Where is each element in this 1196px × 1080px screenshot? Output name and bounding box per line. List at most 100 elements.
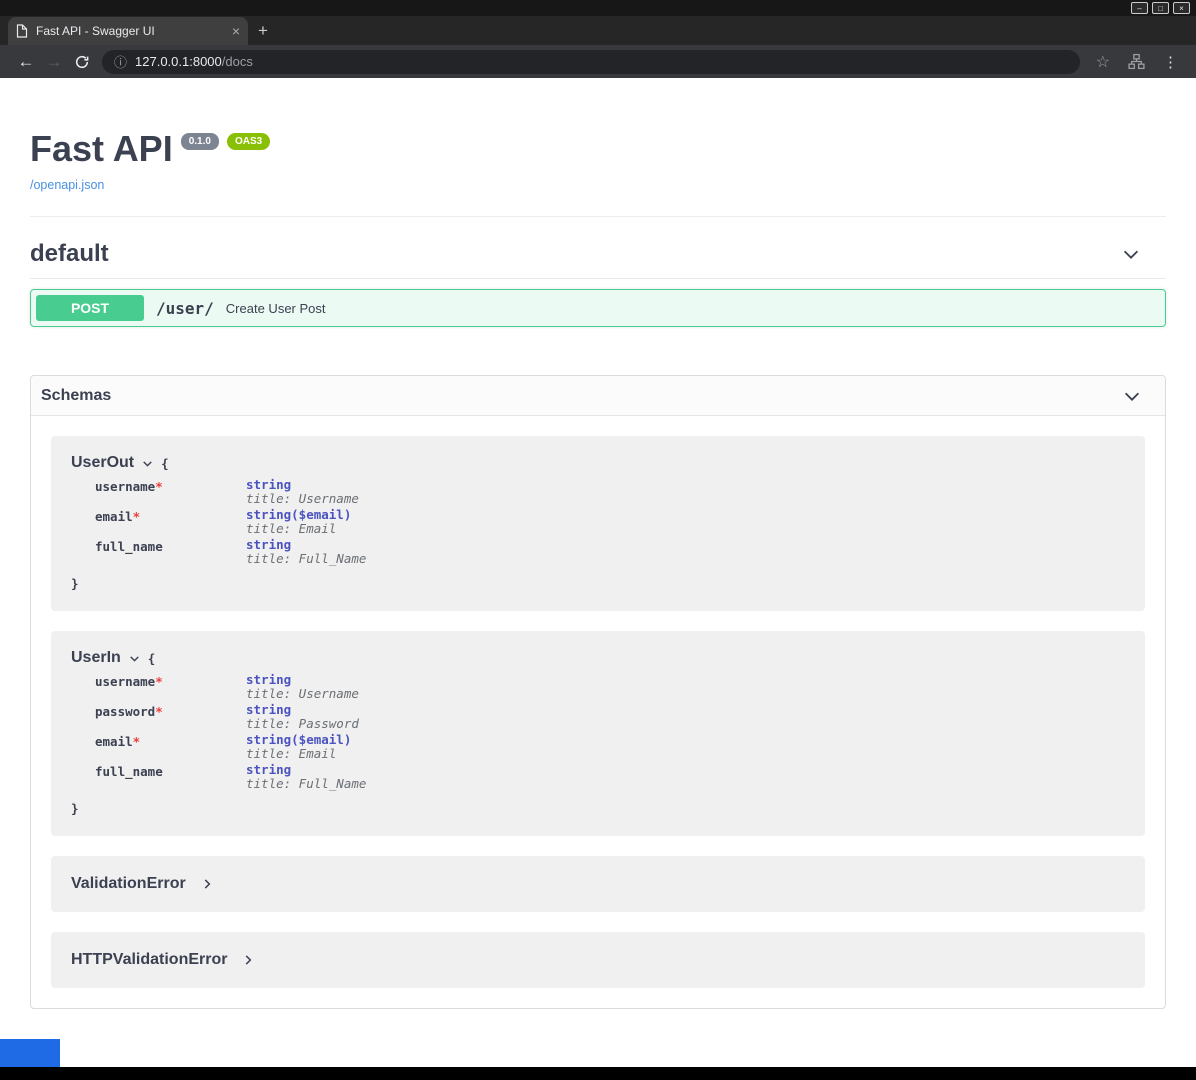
- property-type: string: [246, 763, 366, 777]
- property-type: string($email): [246, 733, 351, 747]
- browser-toolbar: ← → ⓘ 127.0.0.1:8000/docs ☆ ⋮: [0, 45, 1196, 78]
- chevron-down-icon[interactable]: [141, 457, 154, 470]
- property-name-text: full_name: [95, 764, 163, 779]
- required-star: *: [155, 479, 163, 494]
- schema-property: username* string title: Username: [95, 478, 1125, 508]
- property-name-text: password: [95, 704, 155, 719]
- model-name: ValidationError: [71, 875, 186, 893]
- schema-property: username* string title: Username: [95, 673, 1125, 703]
- schema-model-validationerror[interactable]: ValidationError: [51, 856, 1145, 912]
- method-badge: POST: [36, 295, 144, 321]
- required-star: *: [133, 734, 141, 749]
- model-body: username* string title: Username email* …: [71, 478, 1125, 568]
- tab-title: Fast API - Swagger UI: [36, 24, 224, 38]
- window-titlebar: – □ ×: [0, 0, 1196, 16]
- reload-icon[interactable]: [68, 54, 96, 70]
- property-title: title: Full_Name: [246, 552, 366, 566]
- property-detail: string title: Username: [246, 673, 359, 703]
- property-type: string: [246, 673, 359, 687]
- schema-property: email* string($email) title: Email: [95, 508, 1125, 538]
- chevron-down-icon[interactable]: [128, 652, 141, 665]
- brace-open: {: [161, 456, 169, 471]
- tag-label: default: [30, 240, 109, 268]
- schemas-section: Schemas UserOut { username* strin: [30, 375, 1166, 1009]
- minimize-button[interactable]: –: [1131, 2, 1148, 14]
- schema-property: full_name string title: Full_Name: [95, 538, 1125, 568]
- swagger-page: Fast API 0.1.0 OAS3 /openapi.json defaul…: [0, 78, 1196, 1067]
- model-toggle[interactable]: UserIn {: [71, 649, 1125, 667]
- schema-model-httpvalidationerror[interactable]: HTTPValidationError: [51, 932, 1145, 988]
- schemas-label: Schemas: [41, 387, 111, 405]
- property-name-text: username: [95, 479, 155, 494]
- bookmark-star-icon[interactable]: ☆: [1096, 52, 1110, 72]
- schema-model-userout: UserOut { username* string title: Userna…: [51, 436, 1145, 611]
- required-star: *: [133, 509, 141, 524]
- chevron-down-icon[interactable]: [1120, 243, 1142, 265]
- property-name: username*: [95, 673, 246, 703]
- browser-menu-icon[interactable]: ⋮: [1163, 53, 1178, 71]
- property-name: username*: [95, 478, 246, 508]
- brace-close: }: [71, 801, 79, 816]
- tab-groups-icon[interactable]: [1128, 53, 1145, 70]
- model-body: username* string title: Username passwor…: [71, 673, 1125, 793]
- property-name: password*: [95, 703, 246, 733]
- model-toggle[interactable]: UserOut {: [71, 454, 1125, 472]
- property-name-text: email: [95, 734, 133, 749]
- new-tab-button[interactable]: +: [258, 21, 268, 41]
- property-name-text: email: [95, 509, 133, 524]
- property-name-text: username: [95, 674, 155, 689]
- maximize-button[interactable]: □: [1152, 2, 1169, 14]
- tab-close-icon[interactable]: ×: [232, 24, 240, 38]
- property-name: email*: [95, 508, 246, 538]
- property-type: string: [246, 703, 359, 717]
- schemas-header[interactable]: Schemas: [31, 376, 1165, 416]
- property-name: email*: [95, 733, 246, 763]
- browser-tab[interactable]: Fast API - Swagger UI ×: [8, 17, 248, 45]
- url-path: /docs: [222, 54, 253, 69]
- url-text: 127.0.0.1:8000/docs: [135, 54, 253, 69]
- oas-badge: OAS3: [227, 133, 270, 150]
- property-detail: string title: Full_Name: [246, 538, 366, 568]
- chevron-right-icon[interactable]: [200, 877, 214, 891]
- version-badge: 0.1.0: [181, 133, 219, 150]
- property-detail: string($email) title: Email: [246, 733, 351, 763]
- property-detail: string title: Full_Name: [246, 763, 366, 793]
- url-host: 127.0.0.1:8000: [135, 54, 222, 69]
- brace-close: }: [71, 576, 79, 591]
- schema-property: full_name string title: Full_Name: [95, 763, 1125, 793]
- property-detail: string($email) title: Email: [246, 508, 351, 538]
- operation-summary: Create User Post: [226, 301, 326, 316]
- property-title: title: Email: [246, 747, 351, 761]
- property-type: string($email): [246, 508, 351, 522]
- property-detail: string title: Password: [246, 703, 359, 733]
- operation-post-user[interactable]: POST /user/ Create User Post: [30, 289, 1166, 327]
- forward-icon[interactable]: →: [40, 45, 68, 78]
- tag-section-default[interactable]: default: [30, 229, 1166, 279]
- property-title: title: Password: [246, 717, 359, 731]
- chevron-down-icon[interactable]: [1121, 385, 1143, 407]
- openapi-spec-link[interactable]: /openapi.json: [30, 178, 104, 192]
- schema-model-userin: UserIn { username* string title: Usernam…: [51, 631, 1145, 836]
- model-name: UserIn: [71, 649, 121, 667]
- chevron-right-icon[interactable]: [241, 953, 255, 967]
- property-name: full_name: [95, 538, 246, 568]
- tab-strip: Fast API - Swagger UI × +: [0, 16, 1196, 45]
- property-title: title: Full_Name: [246, 777, 366, 791]
- property-detail: string title: Username: [246, 478, 359, 508]
- required-star: *: [155, 704, 163, 719]
- property-title: title: Email: [246, 522, 351, 536]
- blue-window-fragment: [0, 1039, 60, 1067]
- close-button[interactable]: ×: [1173, 2, 1190, 14]
- site-info-icon[interactable]: ⓘ: [114, 52, 127, 71]
- schema-property: password* string title: Password: [95, 703, 1125, 733]
- property-type: string: [246, 538, 366, 552]
- model-name: UserOut: [71, 454, 134, 472]
- back-icon[interactable]: ←: [12, 45, 40, 78]
- property-title: title: Username: [246, 687, 359, 701]
- desktop-taskbar: [0, 1067, 1196, 1080]
- address-bar[interactable]: ⓘ 127.0.0.1:8000/docs: [102, 50, 1080, 74]
- toolbar-actions: ☆ ⋮: [1090, 52, 1184, 72]
- api-title-text: Fast API: [30, 128, 173, 170]
- page-title: Fast API 0.1.0 OAS3: [30, 128, 1166, 170]
- api-info-section: Fast API 0.1.0 OAS3 /openapi.json: [30, 78, 1166, 217]
